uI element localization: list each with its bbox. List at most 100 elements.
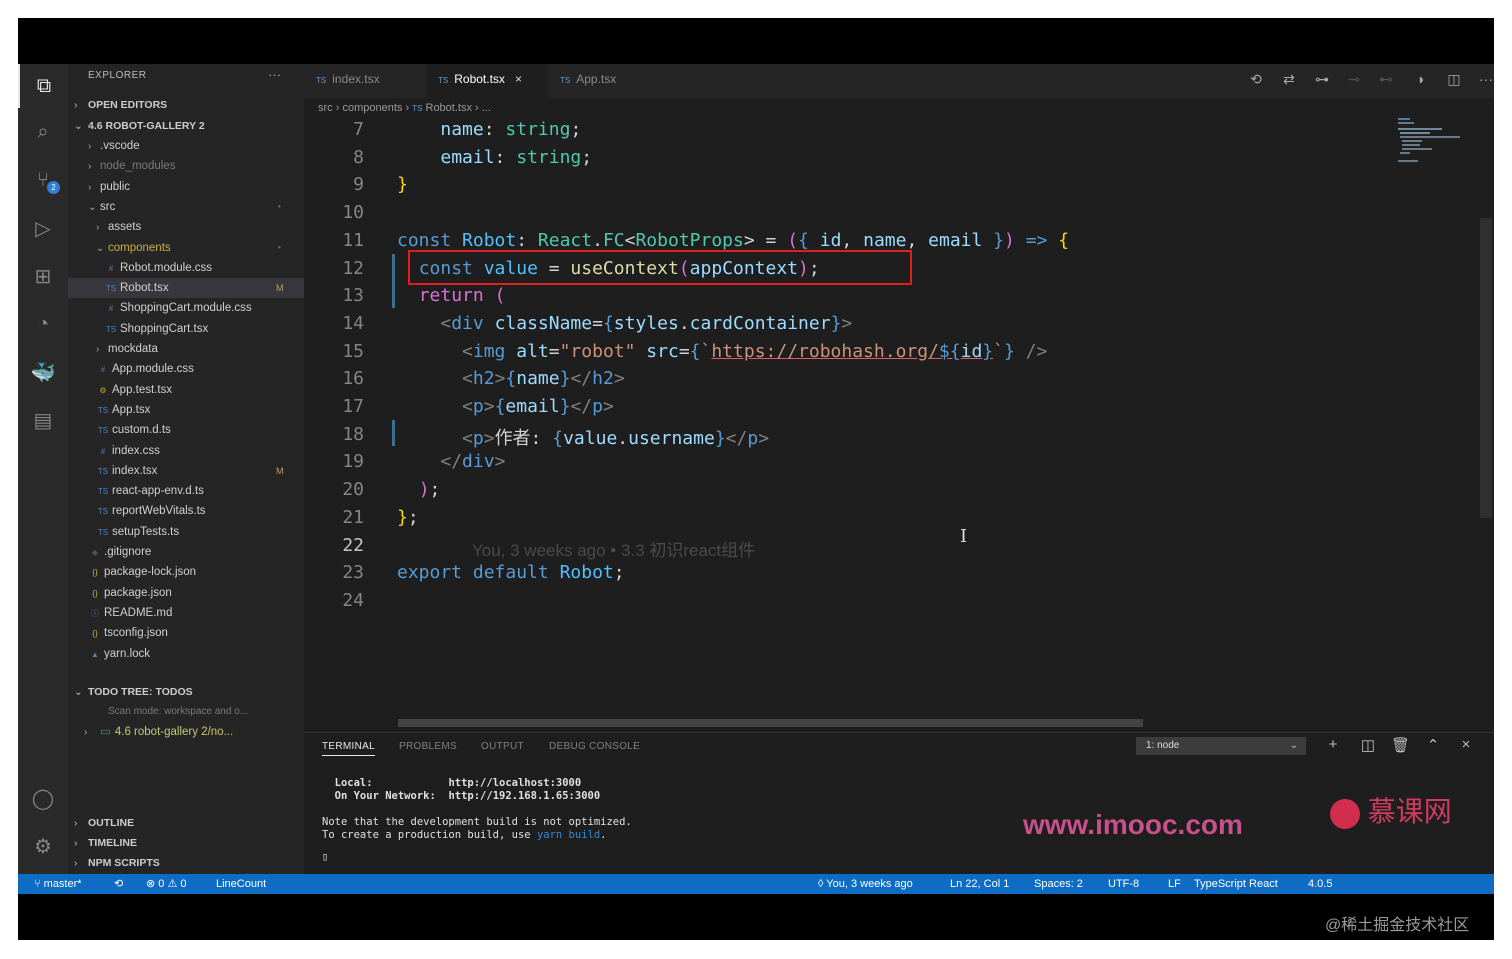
tab-app-tsx[interactable]: TS App.tsx (548, 64, 658, 98)
file-tree-item[interactable]: TS App.tsx (68, 400, 304, 420)
timeline-icon[interactable]: ◔ (18, 302, 68, 346)
file-tree-item[interactable]: TS react-app-env.d.ts (68, 481, 304, 501)
breadcrumb-components[interactable]: components (342, 102, 402, 114)
file-tree-item[interactable]: › public (68, 177, 304, 197)
tab-debug-console[interactable]: DEBUG CONSOLE (549, 741, 640, 752)
line-number: 21 (342, 506, 364, 528)
vertical-scrollbar[interactable] (1480, 218, 1492, 518)
project-section[interactable]: ⌄ 4.6 ROBOT-GALLERY 2 (68, 116, 304, 136)
problems-item[interactable]: ⊗ 0 ⚠ 0 (146, 874, 187, 894)
source-control-icon[interactable]: ⑂ 2 (18, 158, 68, 202)
file-tree-item[interactable]: # index.css (68, 441, 304, 461)
maximize-panel-icon[interactable]: ⌃ (1424, 736, 1442, 754)
file-tree-item[interactable]: ⓘ README.md (68, 603, 304, 623)
file-type-icon: TS (97, 487, 109, 497)
breadcrumb-symbol[interactable]: ... (482, 102, 491, 114)
file-tree-item[interactable]: ⚙ App.test.tsx (68, 380, 304, 400)
outline-section[interactable]: › OUTLINE (68, 813, 304, 833)
file-tree-item[interactable]: › assets (68, 217, 304, 237)
explorer-more-icon[interactable]: ··· (268, 67, 281, 82)
docker-icon[interactable]: 🐳 (18, 350, 68, 394)
new-terminal-icon[interactable]: + (1324, 736, 1342, 753)
git-compare-icon[interactable]: ⇄ (1279, 71, 1299, 88)
file-tree-item[interactable]: › mockdata (68, 339, 304, 359)
end-of-line[interactable]: LF (1168, 874, 1181, 894)
file-tree-item[interactable]: › node_modules (68, 156, 304, 176)
file-tree-item[interactable]: ▲ yarn.lock (68, 644, 304, 664)
todo-item[interactable]: › ▭ 4.6 robot-gallery 2/no... (68, 722, 304, 742)
code-editor[interactable]: 7 8 9 10 11 12 13 14 15 16 17 18 19 20 21 22 23 24 name: … (304, 118, 1404, 718)
more-actions-icon[interactable]: ··· (1476, 71, 1494, 87)
npm-scripts-section[interactable]: › NPM SCRIPTS (68, 853, 304, 873)
history-icon[interactable]: ⟲ (1246, 71, 1266, 88)
minimap[interactable] (1390, 114, 1480, 174)
previous-change-icon[interactable]: ⊸ (1344, 71, 1364, 88)
file-tree-item[interactable]: TS Robot.tsx M (68, 278, 304, 299)
file-tree-item[interactable]: # ShoppingCart.module.css (68, 298, 304, 318)
account-icon[interactable]: ◯ (18, 776, 68, 820)
tab-robot-tsx[interactable]: TS Robot.tsx × (426, 64, 548, 98)
next-change-icon[interactable]: ⊷ (1376, 71, 1396, 88)
file-tree-label: index.tsx (112, 464, 158, 477)
notebook-icon[interactable]: ▤ (18, 398, 68, 442)
split-terminal-icon[interactable]: ◫ (1359, 736, 1377, 754)
horizontal-scrollbar[interactable] (398, 719, 1143, 727)
tab-index-tsx[interactable]: TS index.tsx (304, 64, 426, 98)
git-commit-icon[interactable]: ⊶ (1312, 71, 1332, 88)
typescript-file-icon: TS (412, 104, 423, 113)
file-tree-item[interactable]: ⌄ components • (68, 238, 304, 258)
encoding[interactable]: UTF-8 (1108, 874, 1139, 894)
breadcrumb-file[interactable]: Robot.tsx (426, 102, 472, 114)
settings-gear-icon[interactable]: ⚙ (18, 824, 68, 868)
line-number: 23 (342, 562, 364, 584)
close-panel-icon[interactable]: × (1457, 736, 1475, 753)
todo-folder-icon: ▭ (100, 726, 111, 738)
cursor-position[interactable]: Ln 22, Col 1 (950, 874, 1009, 894)
todo-tree-section[interactable]: ⌄ TODO TREE: TODOS (68, 682, 304, 702)
bottom-panel: TERMINAL PROBLEMS OUTPUT DEBUG CONSOLE 1… (304, 732, 1494, 874)
breadcrumb-src[interactable]: src (318, 102, 333, 114)
file-tree-item[interactable]: {} tsconfig.json (68, 623, 304, 643)
code-line-14: <div className={styles.cardContainer}> (440, 313, 853, 334)
search-icon[interactable]: ⌕ (18, 110, 68, 154)
file-tree-item[interactable]: › .vscode (68, 136, 304, 156)
file-tree-item[interactable]: # App.module.css (68, 359, 304, 379)
extensions-icon[interactable]: ⊞ (18, 254, 68, 298)
file-tree-item[interactable]: {} package-lock.json (68, 562, 304, 582)
sync-icon[interactable]: ⟲ (114, 874, 123, 894)
tab-output[interactable]: OUTPUT (481, 741, 524, 752)
todo-item-label: 4.6 robot-gallery 2/no... (114, 726, 234, 738)
file-tree-item[interactable]: {} package.json (68, 583, 304, 603)
run-debug-icon[interactable]: ▷ (18, 206, 68, 250)
file-tree-item[interactable]: TS ShoppingCart.tsx (68, 319, 304, 339)
file-tree-item[interactable]: TS index.tsx M (68, 461, 304, 481)
git-branch-item[interactable]: ⑂ master* (34, 874, 82, 894)
tab-terminal[interactable]: TERMINAL (322, 741, 375, 756)
open-editors-section[interactable]: › OPEN EDITORS (68, 95, 304, 115)
linecount-item[interactable]: LineCount (216, 874, 266, 894)
typescript-version[interactable]: 4.0.5 (1308, 874, 1332, 894)
explorer-icon[interactable]: ⧉ (18, 64, 68, 108)
timeline-section[interactable]: › TIMELINE (68, 833, 304, 853)
split-editor-icon[interactable]: ◫ (1444, 71, 1464, 88)
live-share-icon[interactable]: ◑ (1410, 71, 1430, 87)
indentation[interactable]: Spaces: 2 (1034, 874, 1083, 894)
close-tab-icon[interactable]: × (515, 72, 522, 86)
file-tree-item[interactable]: ⌄ src • (68, 197, 304, 217)
file-tree-item[interactable]: TS setupTests.ts (68, 522, 304, 542)
language-mode[interactable]: TypeScript React (1194, 874, 1278, 894)
file-tree-item[interactable]: # Robot.module.css (68, 258, 304, 278)
git-modified-gutter-marker (392, 254, 395, 308)
git-blame-status[interactable]: ◊ You, 3 weeks ago (818, 874, 913, 894)
terminal-select[interactable]: 1: node ⌄ (1136, 737, 1306, 755)
tab-label: Robot.tsx (454, 72, 505, 86)
chevron-right-icon: › (88, 161, 92, 173)
file-tree-item[interactable]: ◆ .gitignore (68, 542, 304, 562)
file-tree-item[interactable]: TS custom.d.ts (68, 420, 304, 440)
source-control-badge: 2 (47, 181, 60, 194)
file-tree-label: .gitignore (104, 546, 152, 558)
trash-icon[interactable]: 🗑 (1391, 736, 1410, 754)
terminal-prompt-cursor[interactable]: ▯ (322, 851, 328, 863)
file-tree-item[interactable]: TS reportWebVitals.ts (68, 501, 304, 521)
tab-problems[interactable]: PROBLEMS (399, 741, 457, 752)
